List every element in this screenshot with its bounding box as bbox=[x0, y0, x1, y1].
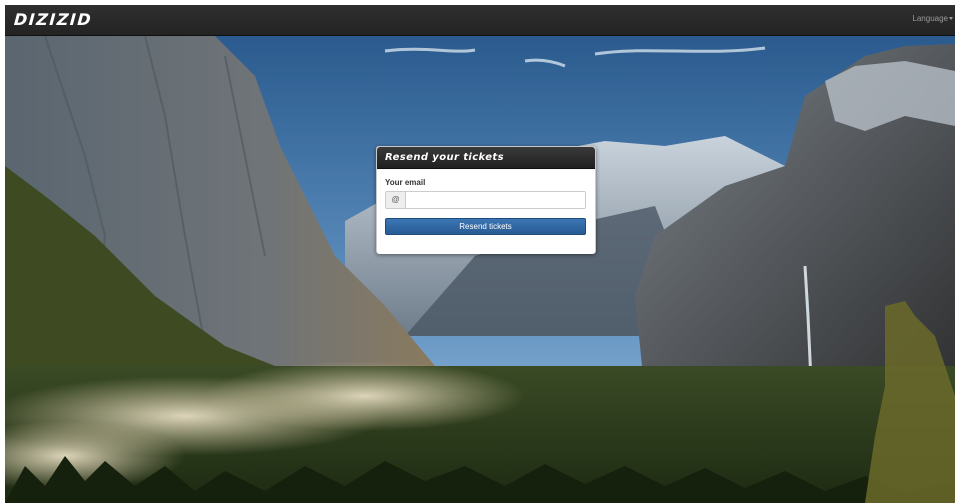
background-landscape-image bbox=[5, 36, 955, 503]
at-sign-icon: @ bbox=[385, 191, 405, 209]
resend-tickets-panel: Resend your tickets Your email @ Resend … bbox=[376, 146, 596, 254]
caret-down-icon bbox=[949, 17, 953, 21]
panel-title: Resend your tickets bbox=[385, 152, 504, 163]
email-label: Your email bbox=[385, 178, 426, 187]
brand-logo[interactable]: DIZIZID bbox=[13, 10, 92, 29]
panel-body: Your email @ Resend tickets bbox=[377, 170, 595, 254]
language-dropdown[interactable]: Language bbox=[912, 14, 953, 23]
email-field[interactable] bbox=[405, 191, 586, 209]
panel-header: Resend your tickets bbox=[377, 147, 595, 169]
top-navbar: DIZIZID Language bbox=[5, 5, 955, 36]
app-frame: DIZIZID Language Resend your tickets You… bbox=[5, 5, 955, 503]
resend-tickets-button[interactable]: Resend tickets bbox=[385, 218, 586, 235]
email-input-group: @ bbox=[385, 191, 586, 209]
language-label: Language bbox=[912, 14, 948, 23]
